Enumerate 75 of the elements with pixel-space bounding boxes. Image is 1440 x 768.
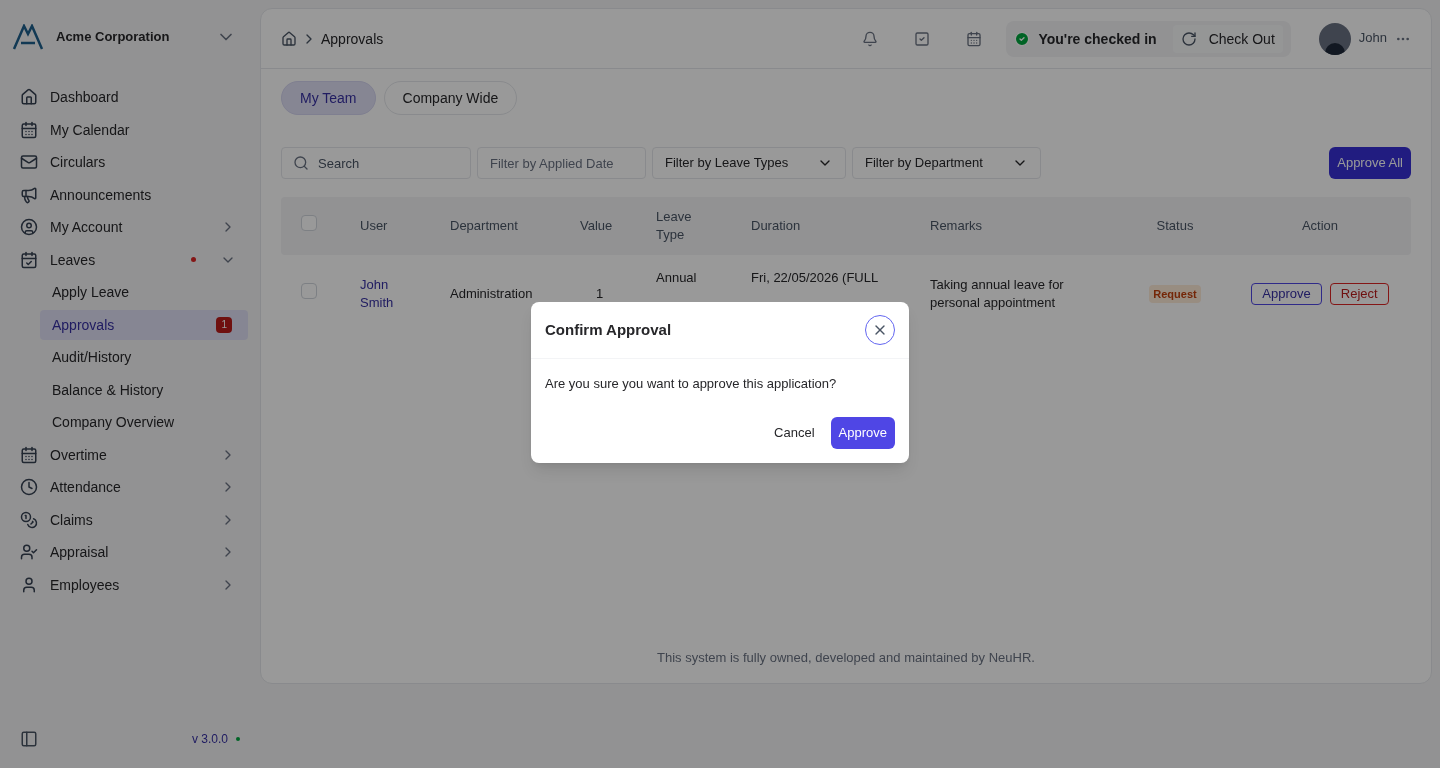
footer-text: This system is fully owned, developed and maintained by NeuHR. (656, 648, 1036, 667)
tab[interactable]: My Team (281, 81, 376, 115)
nav-item[interactable]: Announcements (12, 179, 248, 210)
checkbox-icon[interactable] (914, 30, 931, 47)
avatar[interactable] (1318, 22, 1351, 55)
nav-subitem[interactable]: Audit/History (40, 342, 248, 373)
column-header: Action (1300, 217, 1340, 235)
checkbox[interactable] (301, 283, 317, 300)
table-cell-text: Annual (656, 269, 698, 287)
table-cell-text: 1 (595, 285, 605, 304)
dialog-title: Confirm Approval (545, 319, 672, 340)
breadcrumb-current: Approvals (321, 29, 384, 49)
nav-icon (20, 218, 38, 237)
leave-type-dropdown[interactable]: Filter by Leave Types (652, 147, 846, 179)
nav-item[interactable]: My Account (12, 212, 248, 243)
column-header: Department (450, 217, 519, 235)
bell-icon[interactable] (862, 30, 879, 47)
nav-icon (20, 153, 38, 172)
version-label: v 3.0.0 (191, 731, 228, 747)
column-header: Value (580, 217, 614, 235)
nav-icon (20, 478, 38, 497)
nav-icon (20, 185, 38, 204)
table-cell-text: Fri, 22/05/2026 (FULL (751, 269, 880, 287)
nav-subitem[interactable]: Approvals 1 (40, 309, 248, 340)
column-header: Leave Type (656, 208, 693, 244)
nav-item[interactable]: Leaves (12, 244, 248, 275)
nav-item[interactable]: Circulars (12, 147, 248, 178)
nav-subitem[interactable]: Apply Leave (40, 277, 248, 308)
search-icon (293, 155, 309, 171)
sidebar-toggle-icon[interactable] (20, 730, 38, 748)
nav-item[interactable]: Appraisal (12, 537, 248, 568)
column-header: User (360, 217, 389, 235)
approve-button[interactable]: Approve (830, 416, 895, 449)
nav-subitem[interactable]: Balance & History (40, 374, 248, 405)
table-cell-text: Administration (450, 285, 534, 304)
nav-icon (20, 543, 38, 562)
home-icon[interactable] (281, 30, 297, 47)
calendar-icon[interactable] (966, 30, 983, 47)
tab[interactable]: Company Wide (383, 81, 518, 115)
check-out-button[interactable]: Check Out (1172, 24, 1283, 53)
approve-button[interactable]: Approve (1251, 283, 1322, 305)
checkin-status: You're checked in (1038, 29, 1157, 49)
nav-item[interactable]: Employees (12, 569, 248, 600)
user-name: John (1358, 29, 1387, 48)
nav-icon (20, 88, 38, 107)
nav-item[interactable]: Claims (12, 504, 248, 535)
reject-button[interactable]: Reject (1329, 283, 1389, 305)
search-field[interactable]: Search (281, 147, 471, 179)
nav-icon (20, 250, 38, 269)
logo-icon (12, 24, 44, 50)
nav-item[interactable]: Overtime (12, 439, 248, 470)
user-link[interactable]: John Smith (360, 276, 400, 312)
company-name: Acme Corporation (56, 27, 171, 46)
nav-item[interactable]: My Calendar (12, 114, 248, 145)
nav-subitem[interactable]: Company Overview (40, 407, 248, 438)
checkbox[interactable] (301, 215, 317, 232)
column-header: Duration (751, 217, 802, 235)
refresh-icon (1180, 30, 1197, 47)
count-badge: 1 (216, 316, 232, 333)
cancel-button[interactable]: Cancel (766, 416, 823, 449)
nav-icon (20, 575, 38, 594)
nav-item[interactable]: Attendance (12, 472, 248, 503)
dialog-message: Are you sure you want to approve this application? (544, 375, 838, 393)
table-cell-text: Taking annual leave for personal appointment (930, 276, 1065, 312)
nav-icon (20, 510, 38, 529)
department-dropdown[interactable]: Filter by Department (852, 147, 1041, 179)
nav-icon (20, 120, 38, 139)
column-header: Status (1155, 217, 1195, 235)
approve-all-button[interactable]: Approve All (1329, 147, 1411, 179)
check-circle-icon (1014, 30, 1031, 47)
date-filter-field[interactable]: Filter by Applied Date (477, 147, 646, 179)
status-badge: Request (1149, 284, 1201, 304)
nav-item[interactable]: Dashboard (12, 82, 248, 113)
nav-icon (20, 445, 38, 464)
column-header: Remarks (930, 217, 983, 235)
